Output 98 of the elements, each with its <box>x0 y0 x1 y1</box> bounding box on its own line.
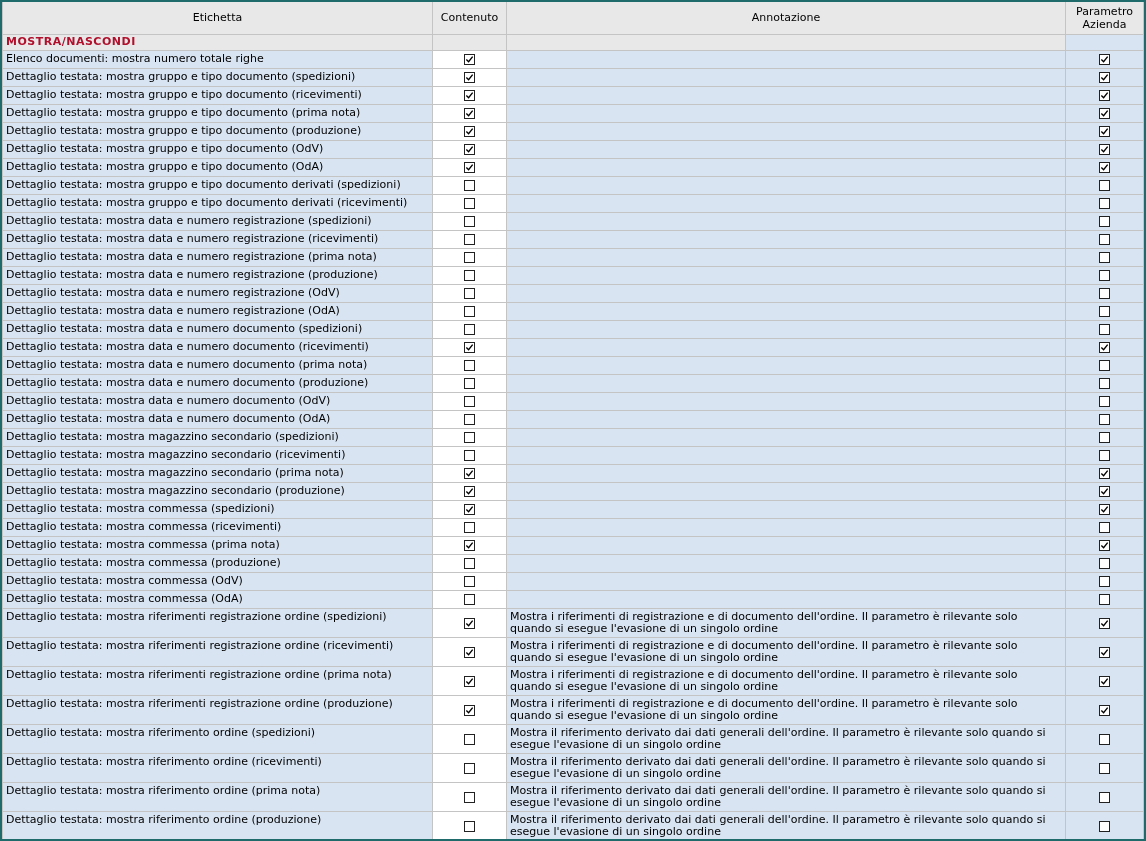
checkbox[interactable] <box>1099 594 1110 605</box>
checkbox[interactable] <box>464 675 475 687</box>
setting-label: Dettaglio testata: mostra riferimento ordine (spedizioni) <box>2 724 433 753</box>
checkbox[interactable] <box>464 486 475 497</box>
checkbox[interactable] <box>464 162 475 173</box>
checkbox[interactable] <box>464 617 475 629</box>
annotation-text: Mostra i riferimenti di registrazione e di documento dell'ordine. Il parametro è rilevante solo quando si esegue l'evasione di un singolo ordine <box>510 609 1018 635</box>
checkbox[interactable] <box>1099 414 1110 425</box>
checkbox[interactable] <box>1099 576 1110 587</box>
checkbox[interactable] <box>464 396 475 407</box>
annotation-text: Mostra il riferimento derivato dai dati generali dell'ordine. Il parametro è rilevante solo quando si esegue l'evasione di un singolo ordine <box>510 812 1046 838</box>
checkbox[interactable] <box>1099 504 1110 515</box>
checkbox[interactable] <box>464 576 475 587</box>
checkbox[interactable] <box>464 288 475 299</box>
setting-label: Dettaglio testata: mostra riferimenti registrazione ordine (produzione) <box>2 695 433 724</box>
checkbox[interactable] <box>464 733 475 745</box>
checkbox[interactable] <box>464 704 475 716</box>
checkbox[interactable] <box>1099 450 1110 461</box>
checkbox[interactable] <box>464 216 475 227</box>
checkbox[interactable] <box>464 180 475 191</box>
checkbox[interactable] <box>464 540 475 551</box>
checkbox[interactable] <box>1099 144 1110 155</box>
checkbox[interactable] <box>1099 198 1110 209</box>
setting-label: Dettaglio testata: mostra riferimento ordine (ricevimenti) <box>2 753 433 782</box>
annotation-text: Mostra il riferimento derivato dai dati generali dell'ordine. Il parametro è rilevante solo quando si esegue l'evasione di un singolo ordine <box>510 783 1046 809</box>
checkbox[interactable] <box>1099 270 1110 281</box>
checkbox[interactable] <box>464 468 475 479</box>
checkbox[interactable] <box>464 90 475 101</box>
checkbox[interactable] <box>1099 675 1110 687</box>
annotation-text: Mostra i riferimenti di registrazione e di documento dell'ordine. Il parametro è rilevante solo quando si esegue l'evasione di un singolo ordine <box>510 638 1018 664</box>
checkbox[interactable] <box>1099 288 1110 299</box>
checkbox[interactable] <box>464 450 475 461</box>
checkbox[interactable] <box>464 820 475 832</box>
checkbox[interactable] <box>1099 522 1110 533</box>
checkbox[interactable] <box>464 762 475 774</box>
checkbox[interactable] <box>464 72 475 83</box>
checkbox[interactable] <box>464 791 475 803</box>
checkbox[interactable] <box>1099 324 1110 335</box>
checkbox[interactable] <box>1099 468 1110 479</box>
setting-label: Dettaglio testata: mostra riferimento ordine (produzione) <box>2 811 433 839</box>
checkbox[interactable] <box>1099 90 1110 101</box>
checkbox[interactable] <box>1099 558 1110 569</box>
checkbox[interactable] <box>1099 216 1110 227</box>
checkbox[interactable] <box>1099 733 1110 745</box>
checkbox[interactable] <box>464 270 475 281</box>
checkbox[interactable] <box>1099 617 1110 629</box>
column-header: Parametro Azienda <box>1065 2 1144 34</box>
checkbox[interactable] <box>464 198 475 209</box>
checkbox[interactable] <box>464 360 475 371</box>
checkbox[interactable] <box>464 126 475 137</box>
checkbox[interactable] <box>1099 704 1110 716</box>
checkbox[interactable] <box>1099 252 1110 263</box>
checkbox[interactable] <box>1099 72 1110 83</box>
checkbox[interactable] <box>1099 432 1110 443</box>
checkbox[interactable] <box>464 432 475 443</box>
checkbox[interactable] <box>1099 180 1110 191</box>
checkbox[interactable] <box>464 504 475 515</box>
checkbox[interactable] <box>464 54 475 65</box>
checkbox[interactable] <box>1099 396 1110 407</box>
checkbox[interactable] <box>1099 108 1110 119</box>
checkbox[interactable] <box>464 646 475 658</box>
checkbox[interactable] <box>1099 820 1110 832</box>
checkbox[interactable] <box>1099 378 1110 389</box>
setting-label: Dettaglio testata: mostra riferimento ordine (prima nota) <box>2 782 433 811</box>
annotation-text: Mostra il riferimento derivato dai dati generali dell'ordine. Il parametro è rilevante solo quando si esegue l'evasione di un singolo ordine <box>510 725 1046 751</box>
column-header: Contenuto <box>432 2 507 34</box>
checkbox[interactable] <box>464 324 475 335</box>
annotation-text: Mostra il riferimento derivato dai dati generali dell'ordine. Il parametro è rilevante solo quando si esegue l'evasione di un singolo ordine <box>510 754 1046 780</box>
checkbox[interactable] <box>1099 540 1110 551</box>
checkbox[interactable] <box>464 558 475 569</box>
checkbox[interactable] <box>464 306 475 317</box>
setting-label: Dettaglio testata: mostra riferimenti registrazione ordine (prima nota) <box>2 666 433 695</box>
setting-label: Dettaglio testata: mostra riferimenti registrazione ordine (ricevimenti) <box>2 637 433 666</box>
checkbox[interactable] <box>464 522 475 533</box>
checkbox[interactable] <box>1099 360 1110 371</box>
checkbox[interactable] <box>464 108 475 119</box>
checkbox[interactable] <box>464 234 475 245</box>
setting-label: Dettaglio testata: mostra riferimenti registrazione ordine (spedizioni) <box>2 608 433 637</box>
checkbox[interactable] <box>464 378 475 389</box>
checkbox[interactable] <box>1099 646 1110 658</box>
checkbox[interactable] <box>464 594 475 605</box>
checkbox[interactable] <box>1099 486 1110 497</box>
column-header: Annotazione <box>506 2 1066 34</box>
checkbox[interactable] <box>464 414 475 425</box>
checkbox[interactable] <box>1099 306 1110 317</box>
checkbox[interactable] <box>1099 342 1110 353</box>
checkbox[interactable] <box>1099 54 1110 65</box>
checkbox[interactable] <box>1099 234 1110 245</box>
checkbox[interactable] <box>1099 791 1110 803</box>
checkbox[interactable] <box>1099 762 1110 774</box>
checkbox[interactable] <box>1099 162 1110 173</box>
column-header: Etichetta <box>2 2 433 34</box>
checkbox[interactable] <box>464 144 475 155</box>
annotation-text: Mostra i riferimenti di registrazione e di documento dell'ordine. Il parametro è rilevante solo quando si esegue l'evasione di un singolo ordine <box>510 667 1018 693</box>
annotation-text: Mostra i riferimenti di registrazione e di documento dell'ordine. Il parametro è rilevante solo quando si esegue l'evasione di un singolo ordine <box>510 696 1018 722</box>
checkbox[interactable] <box>464 252 475 263</box>
checkbox[interactable] <box>464 342 475 353</box>
checkbox[interactable] <box>1099 126 1110 137</box>
